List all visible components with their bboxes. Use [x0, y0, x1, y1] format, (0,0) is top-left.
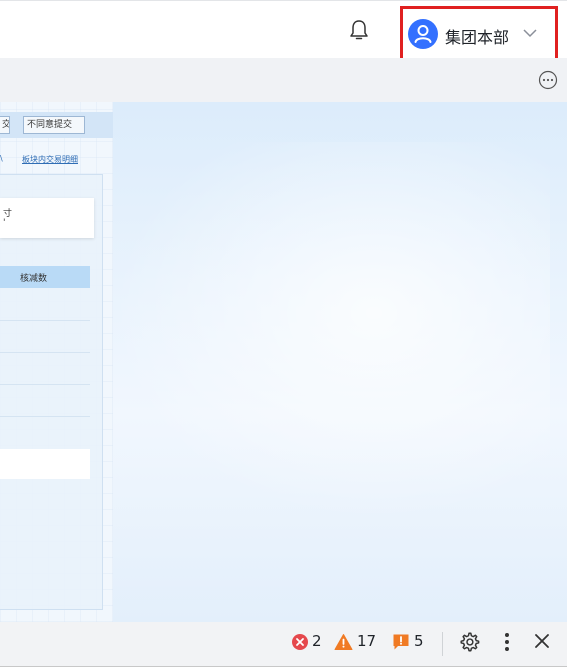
error-icon[interactable]	[291, 633, 309, 651]
column-header-reduction: 核减数	[20, 274, 48, 284]
vertical-more-icon[interactable]	[500, 631, 514, 653]
panel-card	[0, 174, 103, 610]
status-bar: 2 17 5	[0, 622, 567, 667]
submit-button-partial[interactable]: 交	[0, 116, 10, 134]
table-row-divider	[0, 320, 90, 321]
table-row[interactable]	[0, 449, 90, 479]
user-icon	[414, 25, 432, 43]
warning-icon[interactable]	[334, 633, 353, 651]
partial-link[interactable]: \	[0, 154, 3, 163]
status-divider	[442, 632, 443, 656]
background-glow	[110, 142, 550, 522]
user-menu[interactable]: 集团本部	[400, 6, 558, 62]
info-box: 寸 '	[0, 198, 94, 238]
error-count: 2	[312, 632, 322, 650]
more-options-icon[interactable]	[538, 70, 558, 90]
chevron-down-icon	[523, 29, 537, 38]
sub-toolbar	[0, 58, 567, 102]
gear-icon[interactable]	[458, 631, 480, 653]
notification-bell-icon[interactable]	[348, 18, 370, 42]
message-icon[interactable]	[392, 633, 410, 651]
top-header: 集团本部	[0, 0, 567, 62]
table-row-divider	[0, 384, 90, 385]
info-text-line2: '	[3, 218, 6, 228]
close-icon[interactable]	[533, 632, 551, 650]
message-count: 5	[414, 632, 424, 650]
content-area: 交 不同意提交 \ 板块内交易明细 寸 ' 核减数	[0, 102, 567, 622]
disagree-submit-button[interactable]: 不同意提交	[23, 116, 85, 134]
embedded-panel: 交 不同意提交 \ 板块内交易明细 寸 ' 核减数	[0, 102, 113, 622]
warning-count: 17	[357, 632, 377, 650]
table-row-divider	[0, 352, 90, 353]
table-header: 核减数	[0, 266, 90, 288]
user-name: 集团本部	[445, 28, 510, 47]
intra-segment-transactions-link[interactable]: 板块内交易明细	[22, 154, 78, 165]
table-row-divider	[0, 416, 90, 417]
user-avatar	[408, 19, 438, 49]
